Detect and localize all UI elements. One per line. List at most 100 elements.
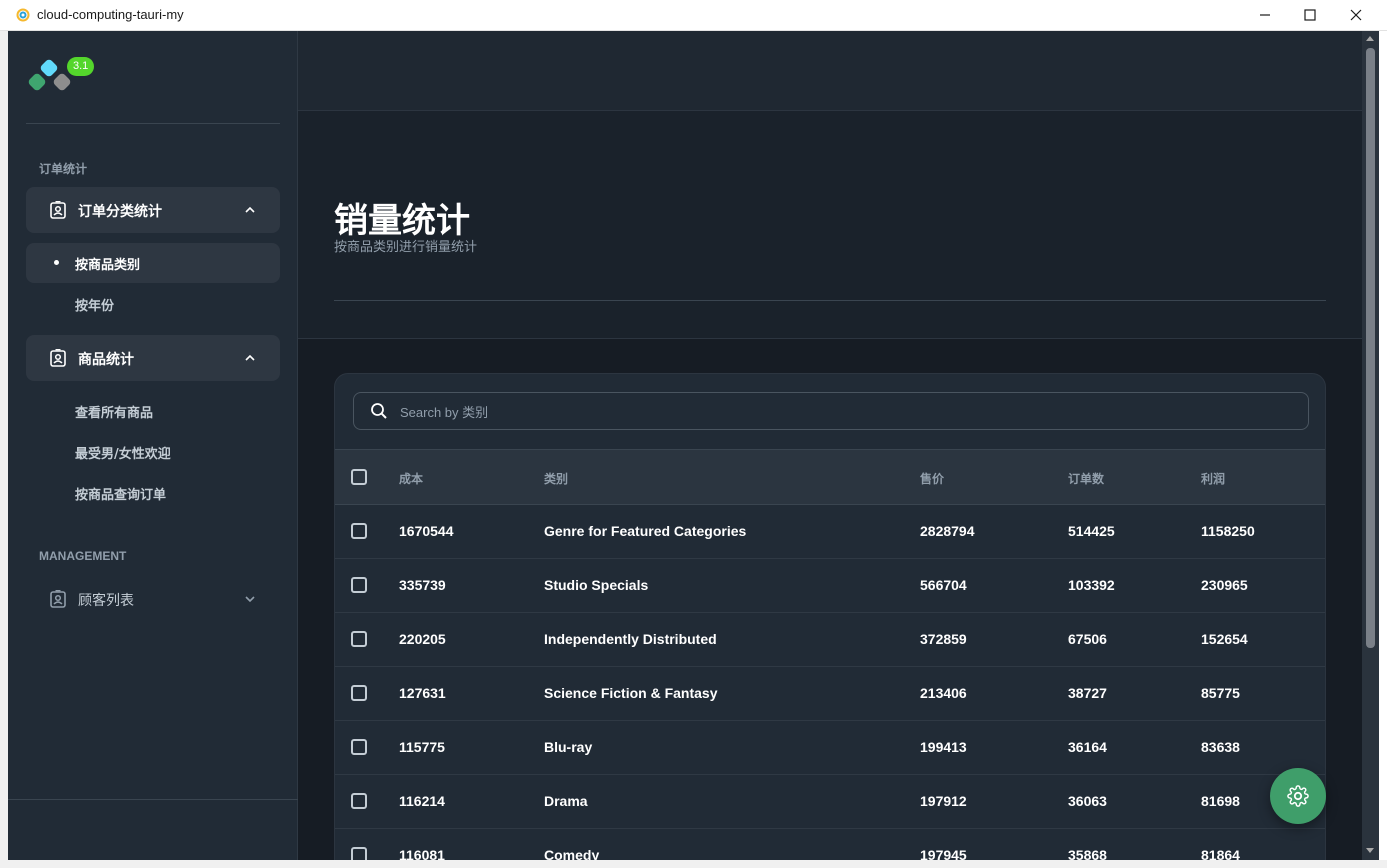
row-checkbox[interactable] <box>351 739 367 755</box>
cell-category: Blu-ray <box>544 739 593 755</box>
nav-item-all-products[interactable]: 查看所有商品 <box>26 391 280 431</box>
cell-cost: 127631 <box>399 685 446 701</box>
page-header: 销量统计 按商品类别进行销量统计 <box>298 111 1362 339</box>
nav-item-by-category[interactable]: 按商品类别 <box>26 243 280 283</box>
nav-item-label: 按商品类别 <box>75 258 141 273</box>
cell-category: Independently Distributed <box>544 631 717 647</box>
row-checkbox[interactable] <box>351 631 367 647</box>
cell-price: 199413 <box>920 739 967 755</box>
nav-group-customers[interactable]: 顾客列表 <box>26 576 280 622</box>
window-titlebar: cloud-computing-tauri-my <box>0 0 1387 31</box>
chevron-down-icon <box>245 596 255 603</box>
nav-item-label: 按年份 <box>75 299 115 314</box>
contact-card-icon <box>50 349 66 367</box>
table-row[interactable]: 116214 Drama 197912 36063 81698 <box>335 775 1325 829</box>
cell-profit: 1158250 <box>1201 523 1255 539</box>
version-badge: 3.1 <box>67 57 95 76</box>
search-field[interactable] <box>353 392 1309 430</box>
close-icon <box>1350 9 1362 21</box>
cell-cost: 116081 <box>399 847 445 860</box>
minimize-icon <box>1260 14 1270 16</box>
nav-item-label: 查看所有商品 <box>75 406 154 421</box>
gear-icon <box>1287 785 1309 807</box>
scroll-thumb[interactable] <box>1366 48 1375 648</box>
data-table-card: 成本 类别 售价 订单数 利润 1670544 Genre for Featur… <box>334 373 1326 860</box>
cell-orders: 36063 <box>1068 793 1107 809</box>
table-row[interactable]: 220205 Independently Distributed 372859 … <box>335 613 1325 667</box>
table-row[interactable]: 127631 Science Fiction & Fantasy 213406 … <box>335 667 1325 721</box>
cell-profit: 81864 <box>1201 847 1240 860</box>
scroll-up-arrow-icon[interactable] <box>1366 36 1374 41</box>
cell-category: Studio Specials <box>544 577 649 593</box>
chevron-up-icon <box>245 206 255 213</box>
page-subtitle: 按商品类别进行销量统计 <box>334 240 478 255</box>
row-checkbox[interactable] <box>351 847 367 860</box>
nav-item-label: 最受男/女性欢迎 <box>75 447 171 462</box>
chevron-up-icon <box>245 354 255 361</box>
cell-category: Genre for Featured Categories <box>544 523 747 539</box>
cell-price: 2828794 <box>920 523 975 539</box>
cell-price: 197945 <box>920 847 967 860</box>
column-header[interactable]: 成本 <box>399 470 423 487</box>
cell-cost: 115775 <box>399 739 445 755</box>
nav-group-label: 顾客列表 <box>78 593 134 609</box>
table-header: 成本 类别 售价 订单数 利润 <box>335 449 1325 505</box>
cell-category: Comedy <box>544 847 600 860</box>
minimize-button[interactable] <box>1242 0 1288 30</box>
scroll-down-arrow-icon[interactable] <box>1366 848 1374 853</box>
window-border <box>1379 31 1387 868</box>
select-all-checkbox[interactable] <box>351 469 367 485</box>
window-title: cloud-computing-tauri-my <box>37 7 184 22</box>
cell-cost: 335739 <box>399 577 446 593</box>
maximize-button[interactable] <box>1287 0 1333 30</box>
vertical-scrollbar[interactable] <box>1362 31 1379 860</box>
nav-item-orders-by-product[interactable]: 按商品查询订单 <box>26 473 280 513</box>
contact-card-icon <box>50 201 66 219</box>
nav-group-products[interactable]: 商品统计 <box>26 335 280 381</box>
cell-orders: 38727 <box>1068 685 1107 701</box>
nav-item-label: 按商品查询订单 <box>75 488 167 503</box>
nav-group-label: 订单分类统计 <box>78 204 162 220</box>
nav-item-by-year[interactable]: 按年份 <box>26 284 280 324</box>
window-border <box>0 31 8 868</box>
column-header[interactable]: 售价 <box>920 470 944 487</box>
cell-price: 197912 <box>920 793 967 809</box>
column-header[interactable]: 类别 <box>544 470 568 487</box>
row-checkbox[interactable] <box>351 523 367 539</box>
close-button[interactable] <box>1333 0 1379 30</box>
cell-category: Science Fiction & Fantasy <box>544 685 718 701</box>
table-row[interactable]: 1670544 Genre for Featured Categories 28… <box>335 505 1325 559</box>
window-border <box>0 860 1387 868</box>
nav-item-gender-popular[interactable]: 最受男/女性欢迎 <box>26 432 280 472</box>
page-title: 销量统计 <box>334 201 470 241</box>
settings-button[interactable] <box>1270 768 1326 824</box>
cell-cost: 1670544 <box>399 523 454 539</box>
cell-profit: 230965 <box>1201 577 1248 593</box>
main-content: 销量统计 按商品类别进行销量统计 成本 类别 售价 订单数 利润 <box>298 31 1362 860</box>
cell-profit: 83638 <box>1201 739 1240 755</box>
cell-cost: 116214 <box>399 793 445 809</box>
cell-orders: 67506 <box>1068 631 1107 647</box>
cell-profit: 152654 <box>1201 631 1248 647</box>
table-row[interactable]: 335739 Studio Specials 566704 103392 230… <box>335 559 1325 613</box>
row-checkbox[interactable] <box>351 793 367 809</box>
sidebar: 3.1 订单统计 订单分类统计 按商品类别 按年份 商品统计 查看所有商品 最受… <box>8 31 298 860</box>
search-input[interactable] <box>398 399 1282 425</box>
nav-group-order-category[interactable]: 订单分类统计 <box>26 187 280 233</box>
cell-cost: 220205 <box>399 631 446 647</box>
nav-subheader-management: MANAGEMENT <box>39 549 127 563</box>
table-row[interactable]: 115775 Blu-ray 199413 36164 83638 <box>335 721 1325 775</box>
table-row[interactable]: 116081 Comedy 197945 35868 81864 <box>335 829 1325 860</box>
row-checkbox[interactable] <box>351 685 367 701</box>
divider <box>334 300 1326 301</box>
divider <box>8 799 298 800</box>
cell-price: 372859 <box>920 631 967 647</box>
column-header[interactable]: 利润 <box>1201 470 1225 487</box>
column-header[interactable]: 订单数 <box>1068 470 1104 487</box>
row-checkbox[interactable] <box>351 577 367 593</box>
contact-card-icon <box>50 590 66 608</box>
top-bar <box>298 31 1362 111</box>
nav-subheader-orders: 订单统计 <box>39 162 88 176</box>
app-icon <box>16 8 30 22</box>
cell-category: Drama <box>544 793 588 809</box>
